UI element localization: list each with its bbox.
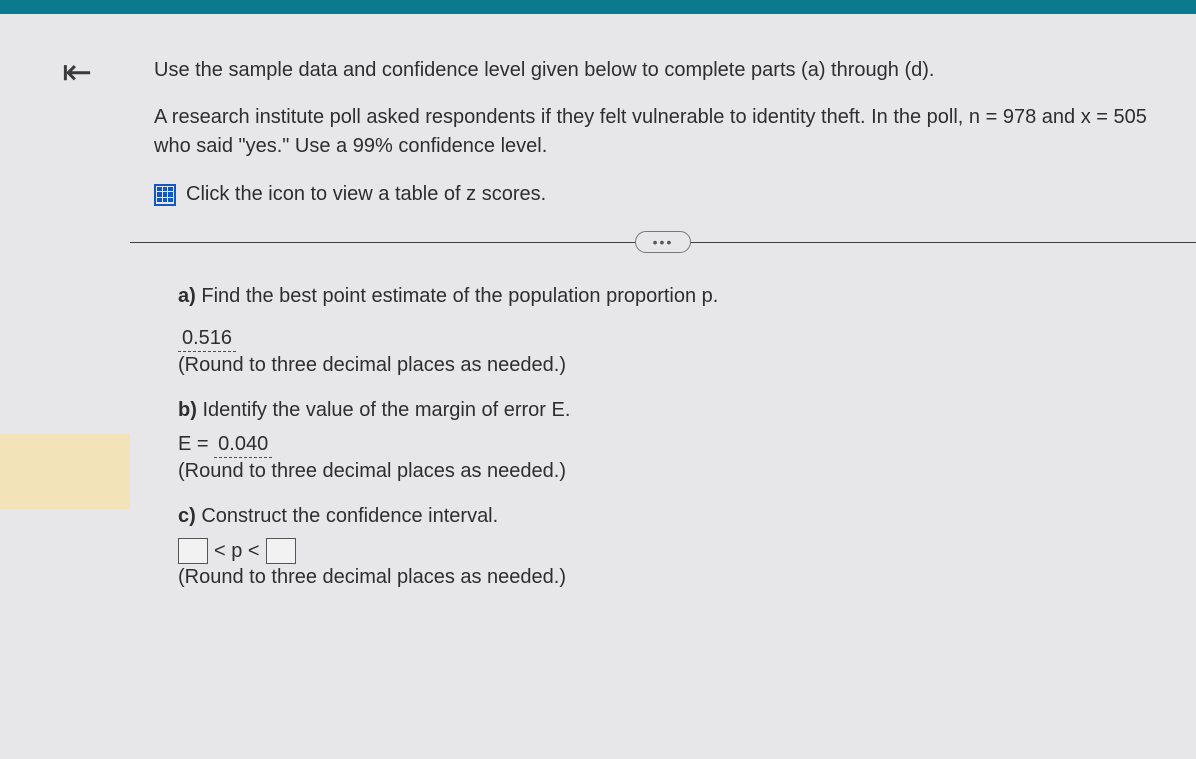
table-icon xyxy=(154,184,176,206)
ci-mid-label: < p < xyxy=(214,540,260,563)
part-a-answer[interactable]: 0.516 xyxy=(178,326,236,352)
main-layout: ⇤ Use the sample data and confidence lev… xyxy=(0,14,1196,759)
part-c-label: c) xyxy=(178,505,196,527)
part-c-hint: (Round to three decimal places as needed… xyxy=(178,566,1156,589)
z-score-link-row[interactable]: Click the icon to view a table of z scor… xyxy=(154,183,1156,206)
part-a-text: Find the best point estimate of the popu… xyxy=(201,285,718,307)
part-a: a) Find the best point estimate of the p… xyxy=(178,285,1156,308)
left-column: ⇤ xyxy=(0,14,130,759)
part-b: b) Identify the value of the margin of e… xyxy=(178,399,1156,422)
part-b-equation: E = 0.040 xyxy=(178,432,1156,458)
part-b-answer[interactable]: 0.040 xyxy=(214,432,272,458)
part-b-text: Identify the value of the margin of erro… xyxy=(202,399,570,421)
ci-upper-input[interactable] xyxy=(266,538,296,564)
part-c: c) Construct the confidence interval. xyxy=(178,505,1156,528)
ci-lower-input[interactable] xyxy=(178,538,208,564)
expand-pill[interactable]: ••• xyxy=(635,231,691,253)
part-b-hint: (Round to three decimal places as needed… xyxy=(178,460,1156,483)
description-text: A research institute poll asked responde… xyxy=(154,103,1156,161)
z-score-link-text: Click the icon to view a table of z scor… xyxy=(186,183,546,206)
part-c-interval: < p < xyxy=(178,538,1156,564)
part-a-label: a) xyxy=(178,285,196,307)
step-highlight xyxy=(0,434,130,509)
collapse-icon[interactable]: ⇤ xyxy=(0,54,130,90)
part-a-hint: (Round to three decimal places as needed… xyxy=(178,354,1156,377)
intro-text: Use the sample data and confidence level… xyxy=(154,56,1156,85)
question-body: a) Find the best point estimate of the p… xyxy=(154,285,1156,589)
part-b-eq-left: E = xyxy=(178,433,209,455)
part-c-text: Construct the confidence interval. xyxy=(201,505,498,527)
section-divider: ••• xyxy=(130,242,1196,243)
part-b-label: b) xyxy=(178,399,197,421)
content-area: Use the sample data and confidence level… xyxy=(130,14,1196,759)
app-top-bar xyxy=(0,0,1196,14)
